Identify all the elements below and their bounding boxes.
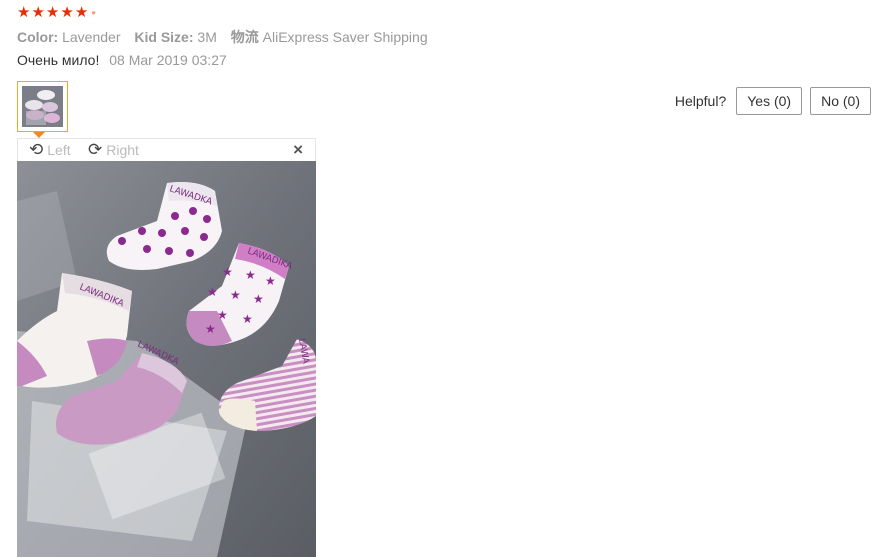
svg-text:★: ★ [242, 312, 253, 326]
dot-icon: ● [91, 8, 97, 17]
rotate-right-icon: ⟳ [88, 140, 103, 159]
star-icon: ★ [60, 4, 74, 21]
svg-text:★: ★ [230, 288, 241, 302]
review-line: Очень мило! 08 Mar 2019 03:27 [17, 52, 227, 68]
close-icon[interactable]: × [293, 140, 303, 160]
star-icon: ★ [45, 4, 60, 21]
svg-text:★: ★ [207, 285, 218, 299]
rotate-left-label: Left [47, 142, 71, 158]
attr-value-size: 3M [197, 29, 217, 45]
star-icon: ★ [74, 4, 89, 21]
review-photo-large: ★ ★ ★ ★ ★ ★ ★ ★ ★ LAWADKA LAWADIKA LAWADIKA [17, 161, 316, 557]
attr-key-color: Color: [17, 29, 59, 45]
svg-text:★: ★ [222, 265, 233, 279]
svg-text:★: ★ [217, 308, 228, 322]
rotate-left-control[interactable]: ⟲ Left [29, 141, 71, 159]
svg-text:★: ★ [265, 274, 276, 288]
thumbnail-image [22, 86, 63, 127]
review-photo-thumbnail[interactable] [17, 81, 68, 132]
helpful-label: Helpful? [674, 93, 727, 109]
star-icon: ★ [17, 4, 31, 21]
svg-text:★: ★ [205, 322, 216, 336]
helpful-vote: Helpful? Yes (0) No (0) [675, 87, 871, 115]
svg-text:★: ★ [253, 292, 264, 306]
helpful-yes-button[interactable]: Yes (0) [736, 87, 803, 115]
rotate-left-icon: ⟲ [29, 140, 44, 159]
attr-key-size: Kid Size: [134, 29, 194, 45]
helpful-no-button[interactable]: No (0) [810, 87, 871, 115]
star-icon: ★ [31, 4, 45, 21]
rating-stars: ★ ★ ★ ★ ★ ● [17, 4, 96, 22]
rotate-right-control[interactable]: ⟳ Right [88, 141, 139, 159]
review-text: Очень мило! [17, 52, 100, 68]
review-date: 08 Mar 2019 03:27 [109, 52, 227, 68]
image-viewer-toolbar: ⟲ Left ⟳ Right × [17, 138, 316, 162]
rotate-right-label: Right [106, 142, 139, 158]
order-attributes: Color: Lavender Kid Size: 3M 物流 AliExpre… [17, 27, 438, 47]
socks-photo: ★ ★ ★ ★ ★ ★ ★ ★★ LAWADKA LAWADIKA LAWADIKA [17, 161, 316, 557]
attr-value-shipping: AliExpress Saver Shipping [262, 29, 428, 45]
attr-value-color: Lavender [62, 29, 121, 45]
attr-key-shipping: 物流 [230, 29, 259, 45]
svg-text:★: ★ [245, 268, 256, 282]
